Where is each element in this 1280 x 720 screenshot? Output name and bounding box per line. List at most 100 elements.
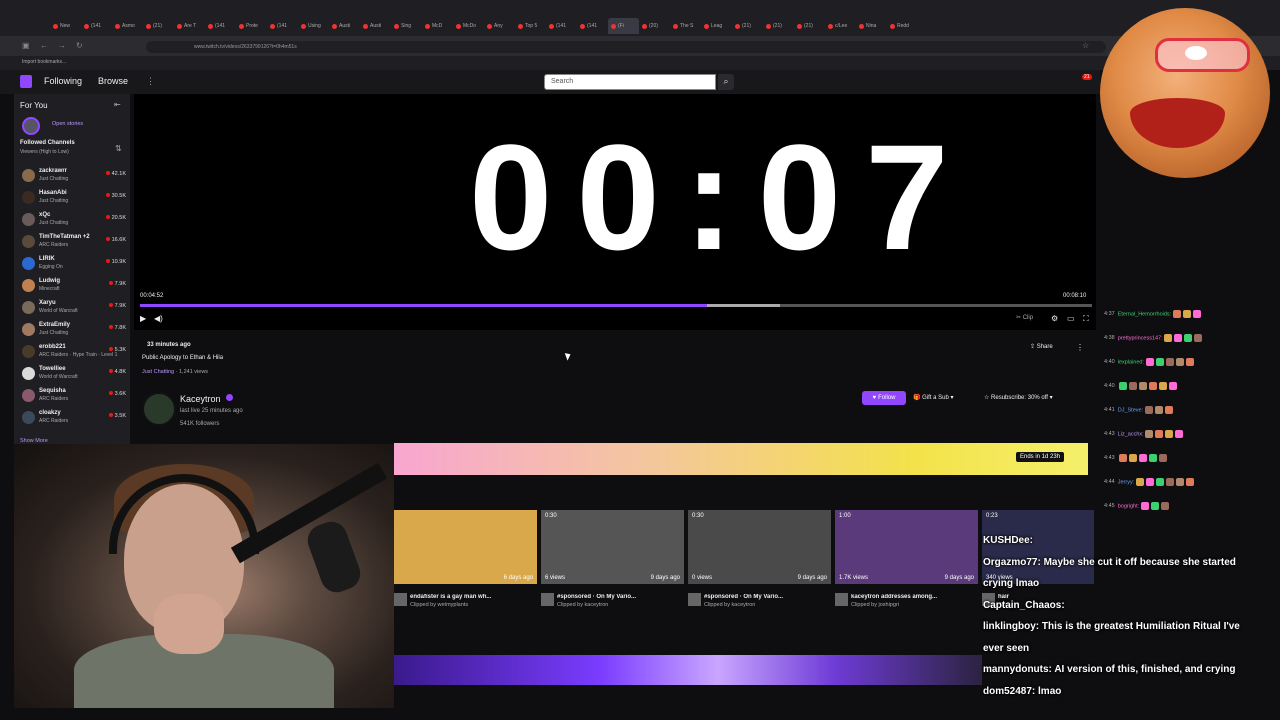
sidebar-channel-item[interactable]: ExtraEmily Just Chatting 7.8K (20, 320, 128, 342)
browser-tab[interactable]: Nina (856, 18, 887, 34)
browser-tab[interactable]: c/Lee (825, 18, 856, 34)
clip-card[interactable]: 6 days ago endafister is a gay man wh... C… (394, 510, 537, 608)
browser-tab[interactable]: Austi (360, 18, 391, 34)
clip-title[interactable]: #sponsored · On My Vario... (541, 594, 684, 600)
browser-tab[interactable]: Asmo (112, 18, 143, 34)
chat-username[interactable]: Eternal_Hemorrhoids: (1118, 311, 1172, 317)
chat-username[interactable]: bogright: (1118, 503, 1139, 509)
sidebar-channel-item[interactable]: Ludwig Minecraft 7.9K (20, 276, 128, 298)
clip-title[interactable]: #sponsored · On My Vario... (688, 594, 831, 600)
clip-button[interactable]: ✂ Clip (1016, 314, 1033, 321)
clip-card[interactable]: 1:00 1.7K views 9 days ago kaceytron addres… (835, 510, 978, 608)
theatre-mode-icon[interactable]: ▭ (1067, 314, 1075, 323)
browser-tab[interactable]: (Fi (608, 18, 639, 34)
sort-icon[interactable]: ⇅ (115, 144, 122, 153)
channel-name[interactable]: Kaceytron (180, 394, 221, 404)
chat-username[interactable]: DJ_Steve: (1118, 407, 1143, 413)
reload-icon[interactable]: ↻ (76, 41, 83, 50)
sidebar-channel-item[interactable]: zackrawrr Just Chatting 42.1K (20, 166, 128, 188)
fullscreen-icon[interactable]: ⛶ (1083, 314, 1089, 324)
resubscribe-button[interactable]: ☆ Resubscribe: 30% off ▾ (984, 394, 1053, 401)
sidebar-channel-item[interactable]: cloakzy ARC Raiders 3.5K (20, 408, 128, 430)
chat-username[interactable]: Jerryy: (1118, 479, 1135, 485)
tab-favicon-icon (642, 23, 647, 29)
browser-tab[interactable]: Austi (329, 18, 360, 34)
browser-tab[interactable]: Redd (887, 18, 918, 34)
browser-tab[interactable]: New (50, 18, 81, 34)
browser-tab[interactable]: (141 (546, 18, 577, 34)
browser-tab[interactable]: (21) (794, 18, 825, 34)
clip-thumbnail[interactable]: 1:00 1.7K views 9 days ago (835, 510, 978, 584)
browser-tab[interactable]: (20) (639, 18, 670, 34)
open-stories-link[interactable]: Open stories (52, 121, 83, 127)
browser-tab[interactable]: (141 (577, 18, 608, 34)
share-button[interactable]: ⇪ Share (1030, 343, 1053, 350)
clip-thumbnail[interactable]: 0:30 0 views 9 days ago (688, 510, 831, 584)
browser-tab[interactable]: (21) (143, 18, 174, 34)
more-icon[interactable]: ⋮ (146, 76, 155, 87)
follow-button[interactable]: ♥ Follow (862, 391, 906, 405)
browser-tab[interactable]: (21) (763, 18, 794, 34)
browser-tab[interactable]: Top 5 (515, 18, 546, 34)
url-field[interactable]: www.twitch.tv/videos/2633799126?t=0h4m51… (146, 41, 1106, 53)
browser-tab[interactable]: (141 (267, 18, 298, 34)
browser-tab[interactable]: The S (670, 18, 701, 34)
sidebar-channel-item[interactable]: TimTheTatman +2 ARC Raiders 16.6K (20, 232, 128, 254)
bookmark-star-icon[interactable]: ☆ (1082, 41, 1089, 50)
browser-tab[interactable]: (21) (732, 18, 763, 34)
forward-icon[interactable]: → (58, 41, 66, 50)
collapse-sidebar-icon[interactable]: ⇤ (114, 100, 121, 109)
notification-badge[interactable]: 21 (1082, 74, 1092, 80)
chat-username[interactable]: Liz_acchx: (1118, 431, 1144, 437)
promo-banner[interactable] (394, 655, 982, 685)
emote-icon (1184, 334, 1193, 342)
tab-favicon-icon (332, 23, 337, 29)
browser-tab[interactable]: Leag (701, 18, 732, 34)
settings-gear-icon[interactable]: ⚙ (1051, 314, 1058, 323)
browser-tab[interactable]: Using (298, 18, 329, 34)
chat-username[interactable]: prettyprincess147: (1118, 335, 1163, 341)
sidebar-channel-item[interactable]: Sequisha ARC Raiders 3.6K (20, 386, 128, 408)
browser-tab[interactable]: Prote (236, 18, 267, 34)
video-player[interactable]: 00:07 (134, 94, 1096, 330)
volume-icon[interactable]: ◀) (154, 314, 163, 323)
browser-tab[interactable]: Sing (391, 18, 422, 34)
sidebar-toggle-icon[interactable]: ▣ (22, 41, 30, 50)
sidebar-channel-item[interactable]: xQc Just Chatting 20.5K (20, 210, 128, 232)
gift-sub-button[interactable]: 🎁 Gift a Sub ▾ (913, 394, 954, 401)
channel-avatar[interactable] (142, 392, 176, 426)
category-link[interactable]: Just Chatting (142, 369, 174, 375)
sidebar-channel-item[interactable]: Xaryu World of Warcraft 7.9K (20, 298, 128, 320)
sidebar-channel-item[interactable]: erobb221 ARC Raiders · Hype Train · Level… (20, 342, 128, 364)
play-icon[interactable]: ▶ (140, 314, 146, 323)
clip-title[interactable]: kaceytron addresses among... (835, 594, 978, 600)
seek-progress (140, 304, 708, 307)
import-bookmarks-link[interactable]: Import bookmarks... (22, 59, 66, 65)
browser-tab[interactable]: McD (422, 18, 453, 34)
search-input[interactable]: Search (544, 74, 716, 90)
clip-card[interactable]: 0:30 6 views 9 days ago #sponsored · On My … (541, 510, 684, 608)
sidebar-channel-item[interactable]: Towelliee World of Warcraft 4.8K (20, 364, 128, 386)
sidebar-channel-item[interactable]: LIRIK Egging On 10.9K (20, 254, 128, 276)
twitch-logo-icon[interactable] (20, 75, 32, 88)
browser-tab[interactable]: McDo (453, 18, 484, 34)
clip-thumbnail[interactable]: 0:30 6 views 9 days ago (541, 510, 684, 584)
clip-thumbnail[interactable]: 0:23 340 views (982, 510, 1094, 584)
clip-card[interactable]: 0:30 0 views 9 days ago #sponsored · On My … (688, 510, 831, 608)
chat-username[interactable]: lexplained: (1118, 359, 1144, 365)
browser-tab[interactable]: Are T (174, 18, 205, 34)
emote-icon (1119, 454, 1128, 462)
browser-tab[interactable]: (141 (205, 18, 236, 34)
more-options-icon[interactable]: ⋮ (1076, 343, 1084, 352)
browser-tab[interactable]: Any (484, 18, 515, 34)
search-icon[interactable]: ⌕ (718, 74, 734, 90)
nav-following[interactable]: Following (44, 76, 82, 86)
stories-avatar[interactable] (22, 117, 40, 135)
browser-tab[interactable]: (141 (81, 18, 112, 34)
clip-thumbnail[interactable]: 6 days ago (394, 510, 537, 584)
clip-title[interactable]: endafister is a gay man wh... (394, 594, 537, 600)
back-icon[interactable]: ← (40, 41, 48, 50)
sidebar-channel-item[interactable]: HasanAbi Just Chatting 30.5K (20, 188, 128, 210)
event-banner[interactable] (394, 443, 1088, 475)
nav-browse[interactable]: Browse (98, 76, 128, 86)
